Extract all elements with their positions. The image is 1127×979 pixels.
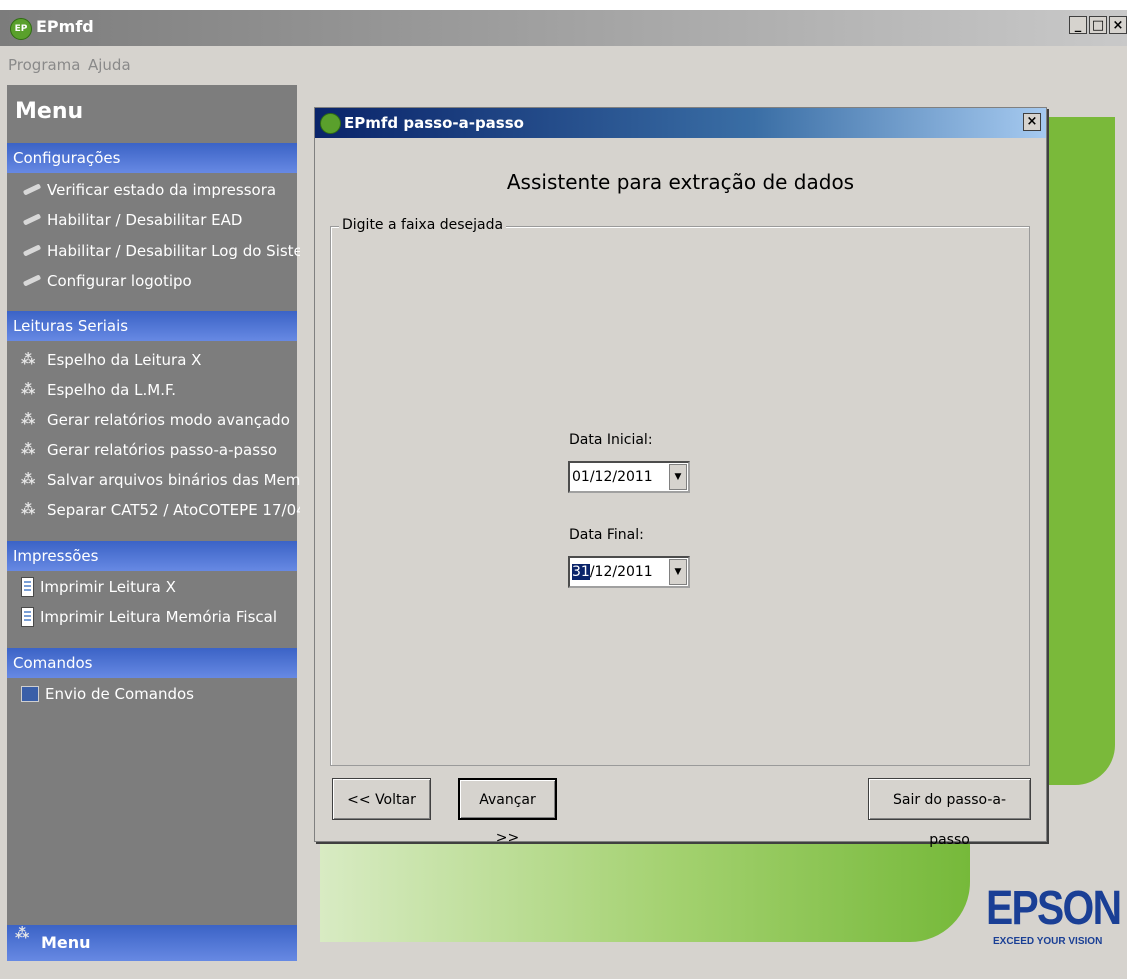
document-icon xyxy=(21,607,34,627)
sidebar-item-envio-comandos[interactable]: Envio de Comandos xyxy=(21,681,194,707)
brand-green-panel xyxy=(1035,117,1115,785)
section-impressoes[interactable]: Impressões xyxy=(7,541,297,571)
back-button[interactable]: << Voltar xyxy=(332,778,431,820)
start-date-label: Data Inicial: xyxy=(569,432,653,448)
section-configuracoes[interactable]: Configurações xyxy=(7,143,297,173)
sidebar-bottom-menu[interactable]: ⁂ Menu xyxy=(7,925,297,961)
sidebar-item-verificar-estado[interactable]: Verificar estado da impressora xyxy=(21,177,276,203)
sidebar-item-relatorios-passo[interactable]: ⁂ Gerar relatórios passo-a-passo xyxy=(21,437,277,463)
app-title: EPmfd xyxy=(36,17,94,36)
sidebar-item-label: Salvar arquivos binários das Memórias xyxy=(47,471,337,489)
sidebar-item-imprimir-leitura-x[interactable]: Imprimir Leitura X xyxy=(21,574,176,600)
sidebar-item-label: Habilitar / Desabilitar EAD xyxy=(47,211,243,229)
sidebar-item-label: Imprimir Leitura Memória Fiscal xyxy=(40,608,277,626)
epson-logo: EPSON xyxy=(986,882,1122,935)
date-range-group: Digite a faixa desejada Data Inicial: 01… xyxy=(330,217,1030,766)
section-comandos[interactable]: Comandos xyxy=(7,648,297,678)
serial-icon: ⁂ xyxy=(21,502,36,518)
serial-icon: ⁂ xyxy=(15,926,30,942)
sidebar-item-relatorios-avancado[interactable]: ⁂ Gerar relatórios modo avançado xyxy=(21,407,290,433)
sidebar-bottom-label: Menu xyxy=(41,933,91,952)
document-icon xyxy=(21,577,34,597)
sidebar-item-label: Habilitar / Desabilitar Log do Sistema xyxy=(47,242,327,260)
sidebar-item-label: Gerar relatórios passo-a-passo xyxy=(47,441,278,459)
app-icon: EP xyxy=(10,18,32,40)
app-icon xyxy=(320,113,341,134)
dialog-heading: Assistente para extração de dados xyxy=(506,170,855,194)
menu-programa[interactable]: Programa xyxy=(8,56,80,74)
sidebar-item-salvar-binarios[interactable]: ⁂ Salvar arquivos binários das Memórias xyxy=(21,467,337,493)
app-titlebar: EP EPmfd _ □ × xyxy=(0,10,1127,46)
sidebar-item-label: Gerar relatórios modo avançado xyxy=(47,411,290,429)
sidebar-item-habilitar-ead[interactable]: Habilitar / Desabilitar EAD xyxy=(21,207,242,233)
dialog-titlebar: EPmfd passo-a-passo × xyxy=(315,108,1046,138)
menubar: Programa Ajuda xyxy=(0,46,1127,84)
end-date-selected-segment: 31 xyxy=(572,564,590,580)
sidebar-item-separar-cat52[interactable]: ⁂ Separar CAT52 / AtoCOTEPE 17/04 xyxy=(21,497,306,523)
serial-icon: ⁂ xyxy=(21,352,36,368)
sidebar-item-label: Configurar logotipo xyxy=(47,272,192,290)
group-label: Digite a faixa desejada xyxy=(339,217,507,233)
pencil-icon xyxy=(21,272,41,290)
sidebar-item-label: Verificar estado da impressora xyxy=(47,181,277,199)
sidebar-item-imprimir-memoria-fiscal[interactable]: Imprimir Leitura Memória Fiscal xyxy=(21,604,277,630)
sidebar-item-label: Espelho da Leitura X xyxy=(47,351,202,369)
close-window-button[interactable]: × xyxy=(1109,16,1127,34)
sidebar: Menu Configurações Verificar estado da i… xyxy=(7,85,337,961)
chevron-down-icon[interactable]: ▼ xyxy=(669,464,687,490)
next-button[interactable]: Avançar >> xyxy=(458,778,557,846)
serial-icon: ⁂ xyxy=(21,472,36,488)
serial-icon: ⁂ xyxy=(21,382,36,398)
end-date-picker[interactable]: 31/12/2011 ▼ xyxy=(568,556,690,588)
sidebar-item-espelho-lmf[interactable]: ⁂ Espelho da L.M.F. xyxy=(21,377,176,403)
sidebar-item-label: Separar CAT52 / AtoCOTEPE 17/04 xyxy=(47,501,306,519)
end-date-label: Data Final: xyxy=(569,527,644,543)
menu-ajuda[interactable]: Ajuda xyxy=(88,56,131,74)
dialog-close-button[interactable]: × xyxy=(1023,113,1041,131)
section-leituras-seriais[interactable]: Leituras Seriais xyxy=(7,311,297,341)
wizard-dialog: EPmfd passo-a-passo × Assistente para ex… xyxy=(314,107,1047,848)
sidebar-item-habilitar-log[interactable]: Habilitar / Desabilitar Log do Sistema xyxy=(21,238,327,264)
end-date-rest: /12/2011 xyxy=(589,564,653,580)
pencil-icon xyxy=(21,211,41,229)
computer-icon xyxy=(21,686,39,702)
dialog-title: EPmfd passo-a-passo xyxy=(344,114,524,132)
end-date-value: 31/12/2011 xyxy=(572,564,653,580)
chevron-down-icon[interactable]: ▼ xyxy=(669,559,687,585)
maximize-button[interactable]: □ xyxy=(1089,16,1107,34)
serial-icon: ⁂ xyxy=(21,442,36,458)
start-date-picker[interactable]: 01/12/2011 ▼ xyxy=(568,461,690,493)
serial-icon: ⁂ xyxy=(21,412,36,428)
pencil-icon xyxy=(21,242,41,260)
sidebar-item-configurar-logotipo[interactable]: Configurar logotipo xyxy=(21,268,192,294)
sidebar-item-espelho-leitura-x[interactable]: ⁂ Espelho da Leitura X xyxy=(21,347,201,373)
sidebar-item-label: Envio de Comandos xyxy=(45,685,194,703)
exit-wizard-button[interactable]: Sair do passo-a-passo xyxy=(868,778,1031,848)
sidebar-item-label: Imprimir Leitura X xyxy=(40,578,176,596)
epson-tagline: EXCEED YOUR VISION xyxy=(993,936,1103,947)
start-date-value: 01/12/2011 xyxy=(572,469,653,485)
sidebar-item-label: Espelho da L.M.F. xyxy=(47,381,176,399)
minimize-button[interactable]: _ xyxy=(1069,16,1087,34)
sidebar-title: Menu xyxy=(15,99,84,124)
pencil-icon xyxy=(21,181,41,199)
window-controls: _ □ × xyxy=(1069,16,1127,34)
